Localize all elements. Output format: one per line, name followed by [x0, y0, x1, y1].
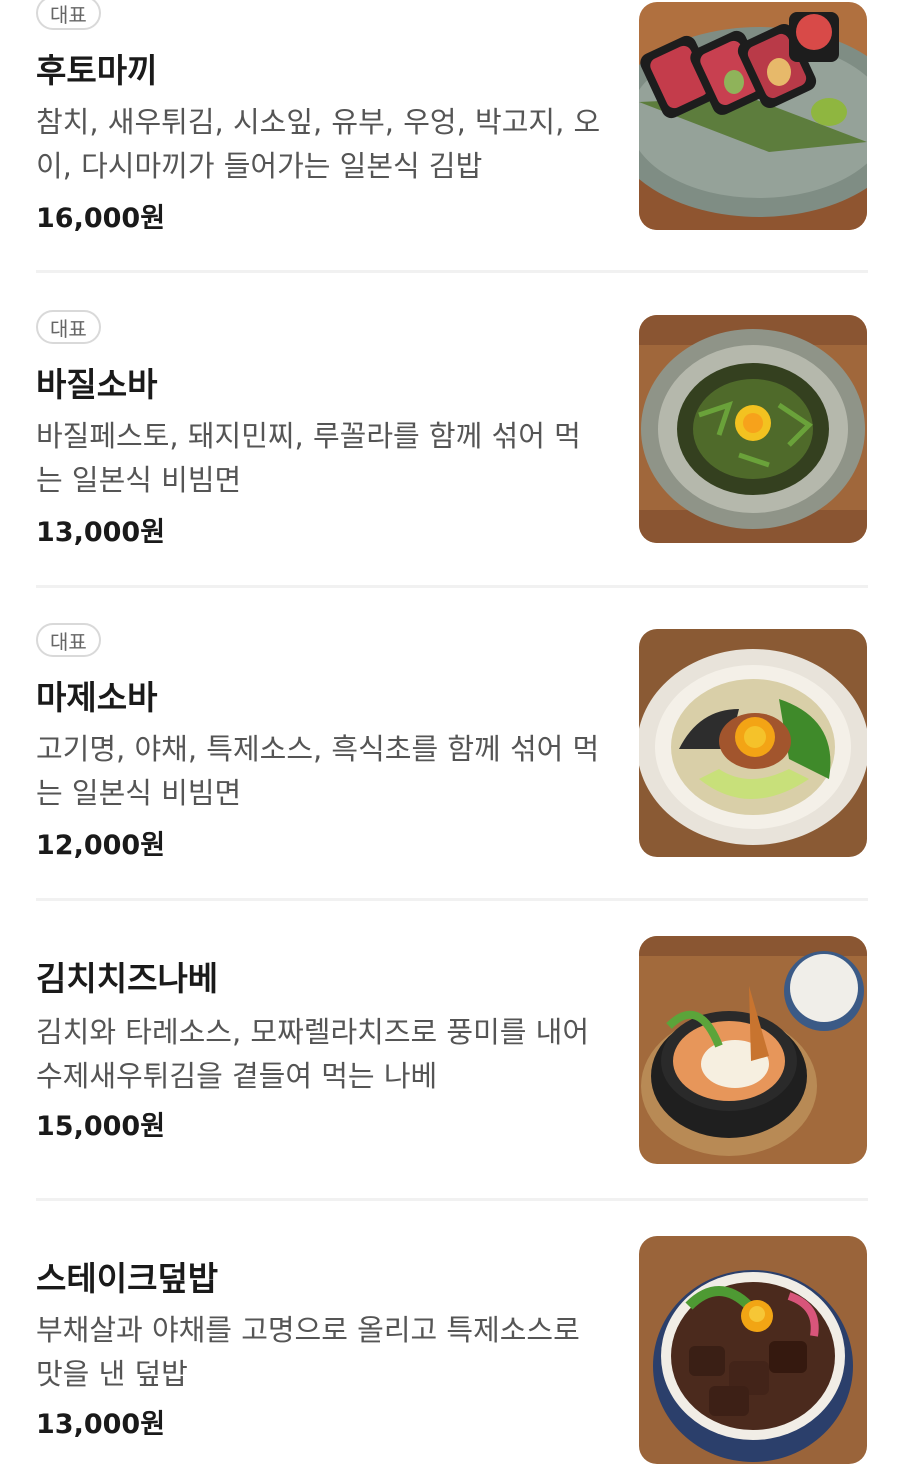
- signature-badge: 대표: [36, 623, 101, 657]
- menu-item-description: 바질페스토, 돼지민찌, 루꼴라를 함께 섞어 먹는 일본식 비빔면: [36, 419, 581, 497]
- signature-badge: 대표: [36, 310, 101, 344]
- menu-item-name: 마제소바: [36, 678, 158, 717]
- menu-item-name: 바질소바: [36, 365, 158, 404]
- divider: [36, 898, 868, 901]
- futomaki-photo[interactable]: [639, 2, 867, 230]
- basil-soba-photo[interactable]: [639, 315, 867, 543]
- menu-item-basil-soba[interactable]: 대표 바질소바 바질페스토, 돼지민찌, 루꼴라를 함께 섞어 먹는 일본식 비…: [36, 310, 868, 580]
- menu-item-futomaki[interactable]: 대표 후토마끼 참치, 새우튀김, 시소잎, 유부, 우엉, 박고지, 오이, …: [36, 0, 868, 270]
- menu-item-name: 김치치즈나베: [36, 959, 219, 998]
- menu-item-name: 후토마끼: [36, 51, 158, 90]
- menu-item-steak-donburi[interactable]: 스테이크덮밥 부채살과 야채를 고명으로 올리고 특제소스로 맛을 낸 덮밥 1…: [36, 1236, 868, 1465]
- menu-item-maze-soba[interactable]: 대표 마제소바 고기명, 야채, 특제소스, 흑식초를 함께 섞어 먹는 일본식…: [36, 623, 868, 893]
- divider: [36, 1198, 868, 1201]
- menu-item-name: 스테이크덮밥: [36, 1259, 219, 1298]
- menu-item-price: 12,000원: [36, 830, 166, 861]
- signature-badge: 대표: [36, 0, 101, 30]
- menu-item-price: 13,000원: [36, 517, 166, 548]
- menu-item-kimchi-cheese-nabe[interactable]: 김치치즈나베 김치와 타레소스, 모짜렐라치즈로 풍미를 내어 수제새우튀김을 …: [36, 936, 868, 1166]
- menu-item-price: 15,000원: [36, 1111, 166, 1142]
- menu-item-price: 13,000원: [36, 1409, 166, 1440]
- menu-item-description: 고기명, 야채, 특제소스, 흑식초를 함께 섞어 먹는 일본식 비빔면: [36, 732, 600, 810]
- divider: [36, 585, 868, 588]
- divider: [36, 270, 868, 273]
- menu-item-description: 김치와 타레소스, 모짜렐라치즈로 풍미를 내어 수제새우튀김을 곁들여 먹는 …: [36, 1015, 590, 1093]
- steak-donburi-photo[interactable]: [639, 1236, 867, 1464]
- maze-soba-photo[interactable]: [639, 629, 867, 857]
- menu-item-price: 16,000원: [36, 203, 166, 234]
- menu-item-description: 부채살과 야채를 고명으로 올리고 특제소스로 맛을 낸 덮밥: [36, 1313, 580, 1391]
- kimchi-cheese-nabe-photo[interactable]: [639, 936, 867, 1164]
- menu-item-description: 참치, 새우튀김, 시소잎, 유부, 우엉, 박고지, 오이, 다시마끼가 들어…: [36, 105, 601, 183]
